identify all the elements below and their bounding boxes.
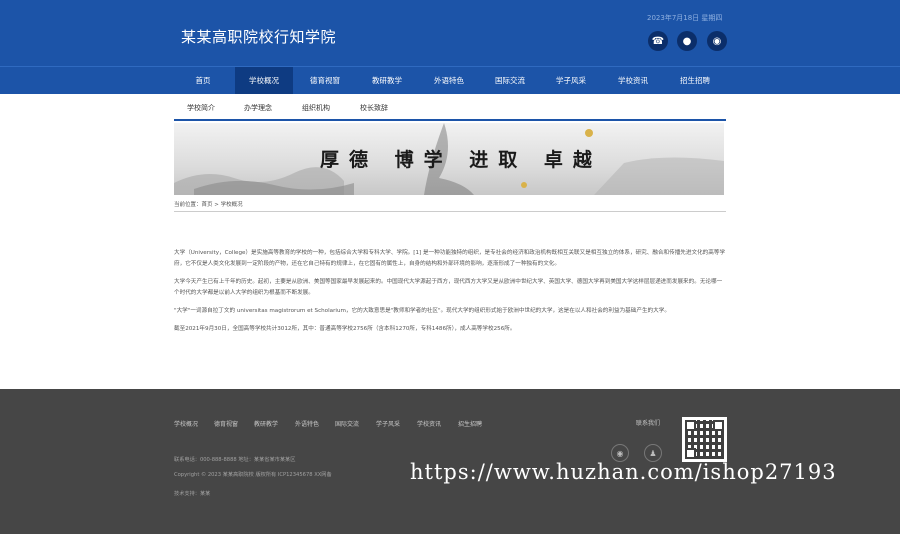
paragraph: 大学今天产生已有上千年的历史。起初，主要是从欧洲、美国等国家最早发展起来的。中国…	[174, 279, 723, 296]
footer-link-news[interactable]: 学校资讯	[417, 419, 441, 428]
footer-address: 联系电话：000-888-8888 地址：某某省某市某某区	[174, 457, 296, 463]
subnav-item-principal[interactable]: 校长致辞	[360, 103, 388, 113]
banner: 厚德 博学 进取 卓越	[174, 123, 724, 195]
footer-copyright: Copyright © 2023 某某高职院校 版权所有 ICP12345678…	[174, 472, 332, 478]
nav-item-news[interactable]: 学校资讯	[604, 67, 662, 94]
banner-motto: 厚德 博学 进取 卓越	[320, 149, 602, 171]
sub-nav: 学校简介 办学理念 组织机构 校长致辞	[174, 94, 726, 121]
divider	[174, 211, 726, 212]
qr-code	[682, 417, 727, 462]
footer-link-moral[interactable]: 德育视窗	[214, 419, 238, 428]
nav-item-language[interactable]: 外语特色	[420, 67, 478, 94]
header: 某某高职院校行知学院 2023年7月18日 星期四 ☎ ● ◉	[0, 0, 900, 66]
nav-item-students[interactable]: 学子风采	[542, 67, 600, 94]
footer-link-about[interactable]: 学校概况	[174, 419, 198, 428]
nav-item-teaching[interactable]: 教研教学	[358, 67, 416, 94]
subnav-item-philosophy[interactable]: 办学理念	[244, 103, 272, 113]
breadcrumb: 当前位置：首页 > 学校概况	[174, 202, 243, 208]
date-display: 2023年7月18日 星期四	[647, 14, 723, 22]
subnav-item-intro[interactable]: 学校简介	[187, 103, 215, 113]
subnav-item-organization[interactable]: 组织机构	[302, 103, 330, 113]
footer-link-admissions[interactable]: 招生招聘	[458, 419, 482, 428]
wechat-icon[interactable]: ●	[677, 31, 697, 51]
watermark-url: https://www.huzhan.com/ishop27193	[410, 460, 837, 484]
nav-item-moral[interactable]: 德育视窗	[296, 67, 354, 94]
paragraph: 大学（University，College）是实施高等教育的学校的一种，包括综合…	[174, 250, 726, 267]
nav-item-admissions[interactable]: 招生招聘	[666, 67, 724, 94]
paragraph: "大学"一词源自拉丁文的 universitas magistrorum et …	[174, 308, 670, 314]
nav-item-home[interactable]: 首页	[174, 67, 232, 94]
footer-tech-support: 技术支持：某某	[174, 491, 211, 497]
main-nav: 首页 学校概况 德育视窗 教研教学 外语特色 国际交流 学子风采 学校资讯 招生…	[0, 66, 900, 94]
footer-link-teaching[interactable]: 教研教学	[254, 419, 278, 428]
footer-link-language[interactable]: 外语特色	[295, 419, 319, 428]
nav-item-international[interactable]: 国际交流	[481, 67, 539, 94]
nav-item-about[interactable]: 学校概况	[235, 67, 293, 94]
phone-icon[interactable]: ☎	[648, 31, 668, 51]
footer-link-international[interactable]: 国际交流	[335, 419, 359, 428]
footer-link-students[interactable]: 学子风采	[376, 419, 400, 428]
contact-label: 联系我们	[636, 420, 661, 427]
article-content: 大学（University，College）是实施高等教育的学校的一种，包括综合…	[174, 248, 726, 342]
site-title[interactable]: 某某高职院校行知学院	[181, 26, 336, 47]
weibo-icon[interactable]: ◉	[707, 31, 727, 51]
paragraph: 截至2021年9月30日，全国高等学校共计3012所，其中：普通高等学校2756…	[174, 326, 516, 332]
